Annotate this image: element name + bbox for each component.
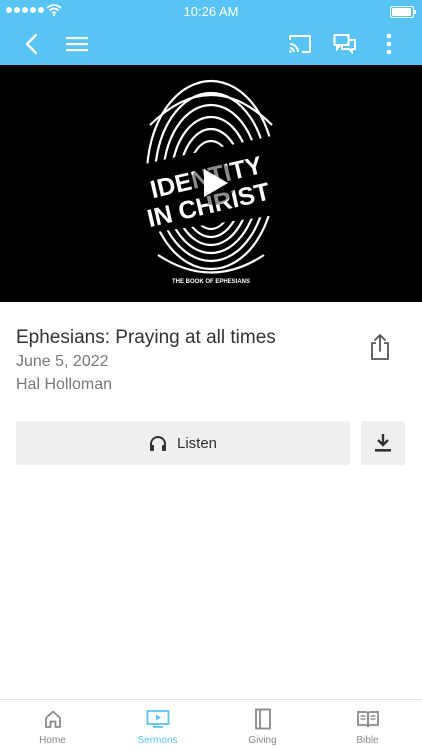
more-button[interactable] [376,29,402,59]
tab-giving[interactable]: Giving [210,700,315,750]
tab-sermons-label: Sermons [137,735,178,746]
tab-bible[interactable]: Bible [315,700,420,750]
tab-sermons[interactable]: Sermons [105,700,210,750]
download-button[interactable] [361,421,405,465]
back-button[interactable] [18,30,44,58]
app-bar [0,22,422,65]
status-time: 10:26 AM [183,4,239,19]
cast-icon [289,35,311,53]
headphones-icon [149,436,166,451]
sermon-title: Ephesians: Praying at all times [16,327,276,348]
share-button[interactable] [366,332,394,362]
battery-icon [390,6,416,18]
sermon-date: June 5, 2022 [16,353,109,370]
artwork-series-title: THE BOOK OF EPHESIANS [172,279,250,285]
home-icon [44,710,61,728]
listen-button[interactable]: Listen [16,421,350,465]
cast-button[interactable] [285,29,315,59]
open-book-icon [356,711,379,728]
back-icon [25,33,38,55]
listen-label: Listen [176,434,218,452]
sermon-speaker: Hal Holloman [16,376,113,393]
tab-bar: Home Sermons Giving Bible [0,699,422,750]
menu-button[interactable] [63,30,91,58]
menu-icon [66,37,88,52]
tab-bible-label: Bible [356,735,379,746]
download-icon [375,434,391,452]
book-icon [254,708,271,730]
chat-icon [333,34,356,55]
status-bar: 10:26 AM [0,0,422,22]
video-player[interactable]: IDENTITY IN CHRIST THE BOOK OF EPHESIANS [0,65,422,302]
tab-home-label: Home [39,735,66,746]
more-vertical-icon [386,33,392,55]
video-icon [146,710,169,728]
sermon-artwork: IDENTITY IN CHRIST THE BOOK OF EPHESIANS [135,79,290,285]
tab-giving-label: Giving [248,735,277,746]
chat-button[interactable] [330,29,360,59]
tab-home[interactable]: Home [0,700,105,750]
share-icon [371,334,389,360]
